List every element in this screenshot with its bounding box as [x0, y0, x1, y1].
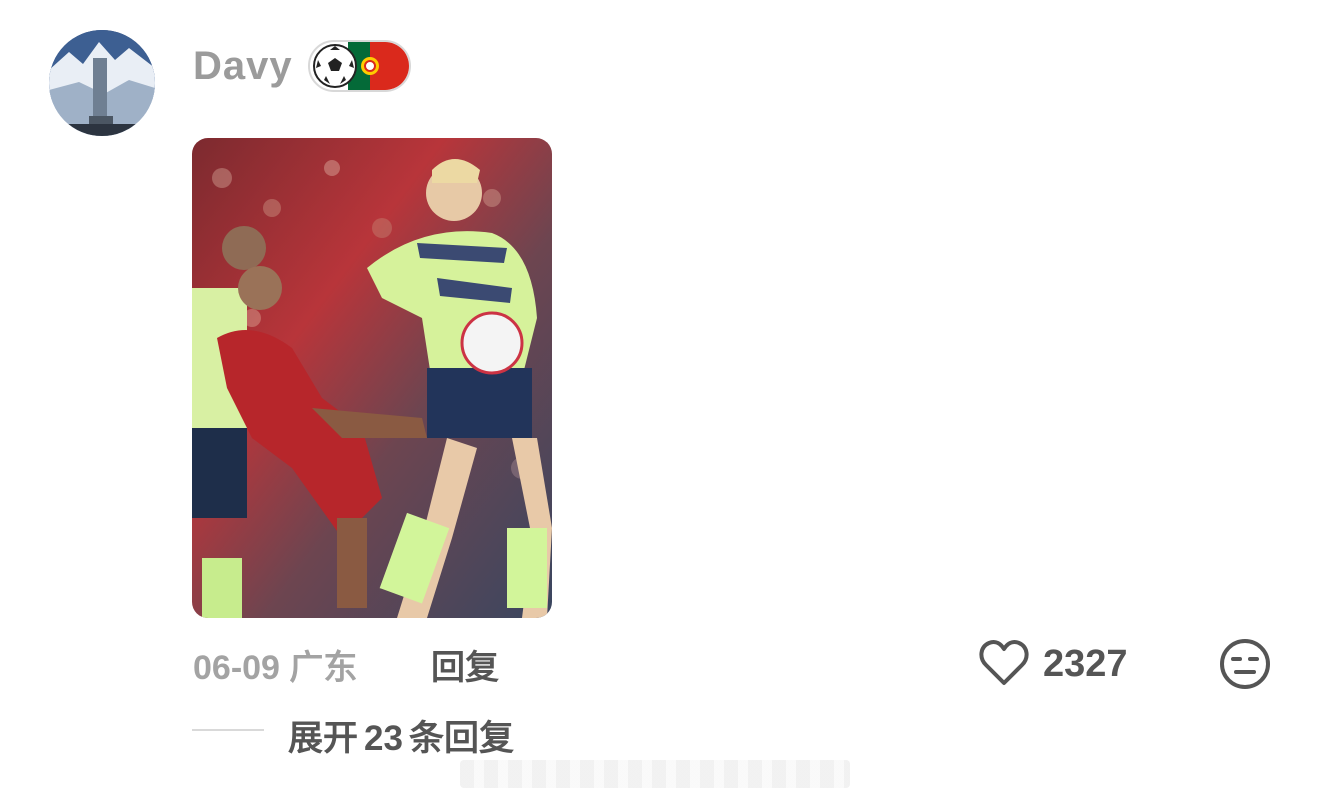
- expand-replies-button[interactable]: 展开 23 条回复: [288, 710, 514, 761]
- avatar[interactable]: [49, 30, 155, 136]
- fan-badge[interactable]: [308, 40, 411, 92]
- soccer-ball-icon: [313, 44, 357, 88]
- like-button[interactable]: [978, 638, 1030, 688]
- reply-button[interactable]: 回复: [431, 640, 499, 689]
- dislike-button[interactable]: [1219, 638, 1271, 690]
- expand-suffix: 条回复: [408, 719, 514, 758]
- expand-prefix: 展开: [288, 719, 359, 758]
- neutral-face-icon: [1220, 639, 1270, 689]
- comment-meta: 06-09 广东: [193, 640, 357, 689]
- portugal-flag-icon: [348, 42, 409, 90]
- blurred-watermark: [460, 760, 850, 788]
- username[interactable]: Davy: [193, 44, 293, 89]
- comment-location: 广东: [289, 649, 358, 687]
- expand-count: 23: [364, 719, 403, 758]
- comment-photo[interactable]: [192, 138, 552, 618]
- like-count: 2327: [1043, 643, 1128, 685]
- comment-date: 06-09: [193, 649, 280, 687]
- reply-divider: [192, 729, 264, 731]
- heart-icon: [979, 639, 1029, 685]
